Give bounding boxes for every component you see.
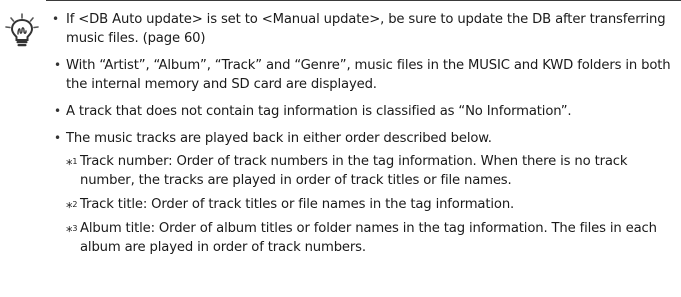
order-rule-text: Track number: Order of track numbers in …: [80, 154, 628, 188]
order-rule-item: *2 Track title: Order of track titles or…: [66, 195, 678, 216]
order-rule-item: *1 Track number: Order of track numbers …: [66, 152, 678, 190]
top-divider: [46, 0, 681, 1]
footnote-marker: *2: [66, 200, 78, 216]
note-text: A track that does not contain tag inform…: [66, 104, 572, 119]
notes-list: If <DB Auto update> is set to <Manual up…: [52, 10, 678, 265]
note-item: A track that does not contain tag inform…: [54, 102, 678, 121]
note-item: If <DB Auto update> is set to <Manual up…: [52, 10, 678, 48]
note-text: If <DB Auto update> is set to <Manual up…: [66, 12, 666, 46]
note-item: With “Artist”, “Album”, “Track” and “Gen…: [54, 56, 678, 94]
footnote-marker: *1: [66, 157, 78, 173]
lightbulb-hint-icon: [4, 13, 40, 49]
note-item: The music tracks are played back in eith…: [54, 129, 678, 257]
order-rule-text: Album title: Order of album titles or fo…: [80, 221, 657, 255]
note-text: With “Artist”, “Album”, “Track” and “Gen…: [66, 58, 671, 92]
order-rule-text: Track title: Order of track titles or fi…: [80, 197, 515, 212]
order-rule-item: *3 Album title: Order of album titles or…: [66, 219, 678, 257]
footnote-marker: *3: [66, 224, 78, 240]
play-order-rules: *1 Track number: Order of track numbers …: [66, 152, 678, 257]
note-text: The music tracks are played back in eith…: [66, 131, 492, 146]
